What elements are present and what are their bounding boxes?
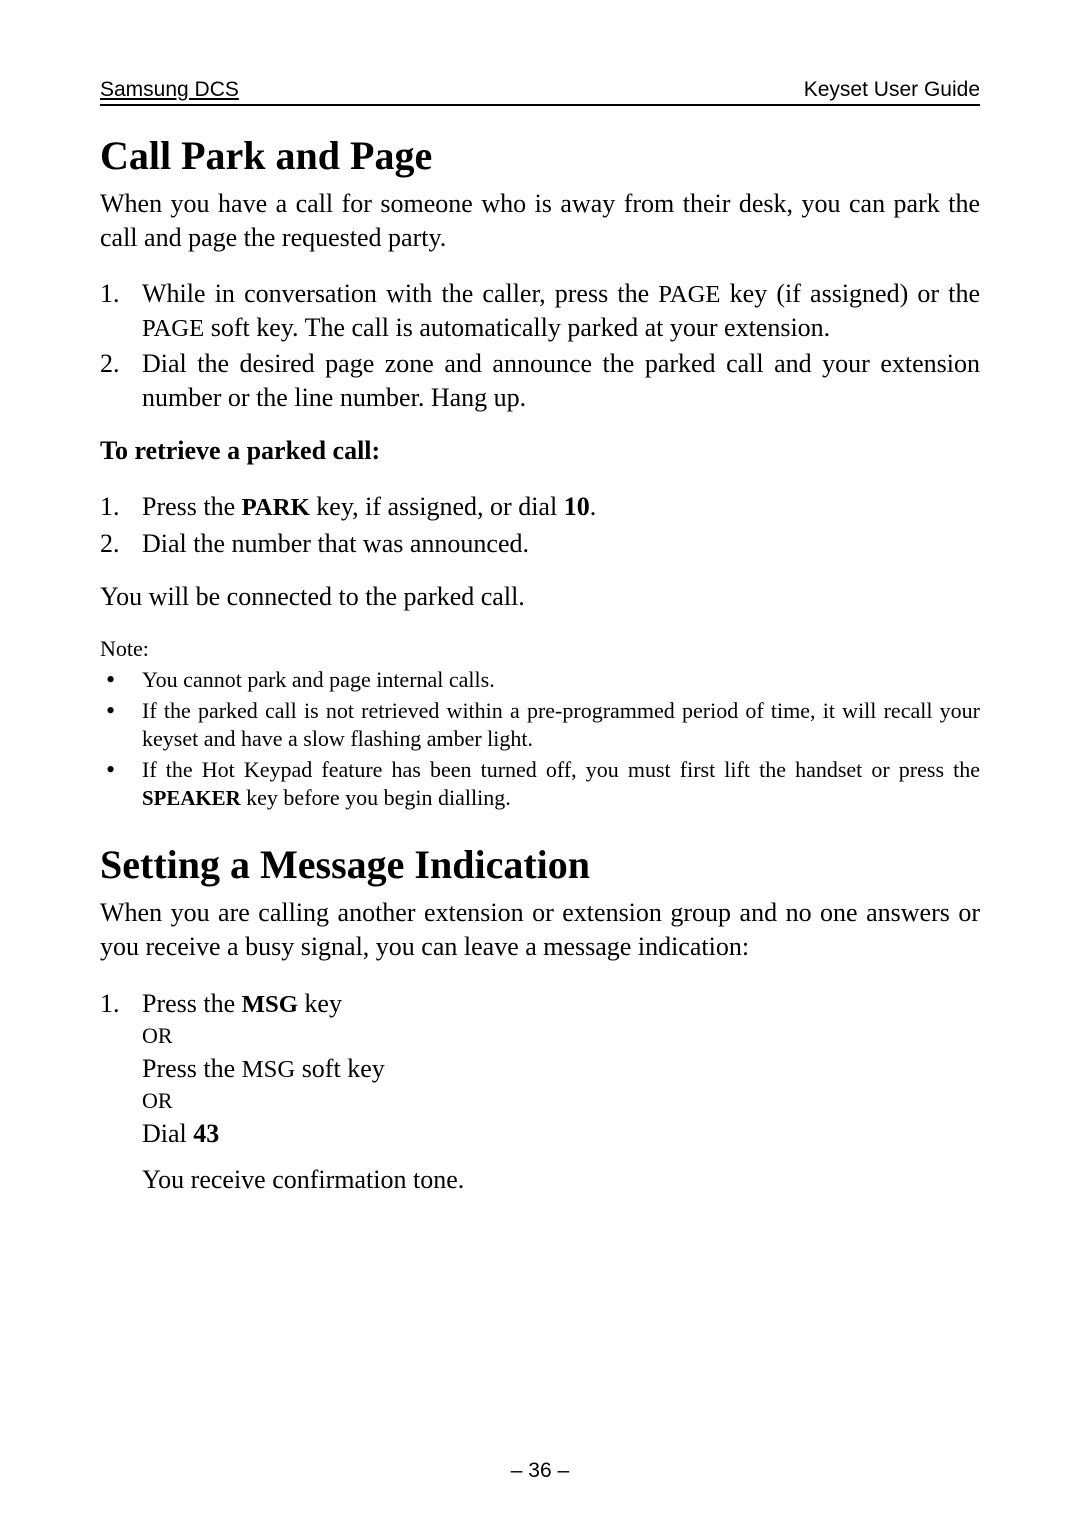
- note-label: Note:: [100, 636, 980, 662]
- header-right: Keyset User Guide: [804, 78, 980, 102]
- text-part: soft key: [295, 1054, 385, 1083]
- page-header: Samsung DCS Keyset User Guide: [100, 78, 980, 106]
- step-number: 2.: [100, 527, 120, 561]
- page-softkey: PAGE: [142, 315, 204, 342]
- text-part: If the parked call is not retrieved with…: [142, 698, 980, 752]
- step-line: Press the MSG soft key: [142, 1051, 980, 1086]
- text-part: Press the: [142, 989, 242, 1018]
- text-part: Dial: [142, 1119, 193, 1148]
- or-text: OR: [142, 1021, 980, 1051]
- list-item: 1. Press the PARK key, if assigned, or d…: [100, 490, 980, 524]
- list-item: 2. Dial the desired page zone and announ…: [100, 347, 980, 415]
- text-part: key before you begin dialling.: [241, 785, 511, 810]
- section1-intro: When you have a call for someone who is …: [100, 187, 980, 255]
- msg-softkey: MSG: [242, 1056, 296, 1083]
- step-number: 1.: [100, 490, 120, 524]
- retrieve-steps: 1. Press the PARK key, if assigned, or d…: [100, 490, 980, 560]
- dial-code: 43: [193, 1119, 219, 1148]
- confirmation-text: You receive confirmation tone.: [100, 1165, 980, 1195]
- list-item: 2. Dial the number that was announced.: [100, 527, 980, 561]
- section1-heading: Call Park and Page: [100, 132, 980, 179]
- connected-text: You will be connected to the parked call…: [100, 580, 980, 614]
- step-line: Dial 43: [142, 1116, 980, 1151]
- list-item: If the parked call is not retrieved with…: [100, 697, 980, 754]
- retrieve-heading: To retrieve a parked call:: [100, 436, 980, 466]
- notes-list: You cannot park and page internal calls.…: [100, 666, 980, 813]
- speaker-key: SPEAKER: [142, 786, 241, 810]
- text-part: Press the: [142, 1054, 242, 1083]
- text-part: soft key. The call is automatically park…: [204, 313, 830, 342]
- step-number: 1.: [100, 986, 120, 1021]
- dial-code: 10: [564, 492, 590, 521]
- section2-intro: When you are calling another extension o…: [100, 896, 980, 964]
- msg-key: MSG: [242, 991, 298, 1018]
- step-number: 2.: [100, 347, 120, 381]
- text-part: Dial the desired page zone and announce …: [142, 349, 980, 412]
- list-item: If the Hot Keypad feature has been turne…: [100, 756, 980, 813]
- list-item: 1. While in conversation with the caller…: [100, 277, 980, 345]
- page-key: PAGE: [658, 281, 720, 308]
- section1-steps: 1. While in conversation with the caller…: [100, 277, 980, 415]
- text-part: While in conversation with the caller, p…: [142, 279, 658, 308]
- park-key: PARK: [242, 494, 310, 521]
- list-item: You cannot park and page internal calls.: [100, 666, 980, 695]
- text-part: Dial the number that was announced.: [142, 529, 529, 558]
- text-part: You cannot park and page internal calls.: [142, 667, 495, 692]
- step-number: 1.: [100, 277, 120, 311]
- text-part: .: [590, 492, 597, 521]
- text-part: If the Hot Keypad feature has been turne…: [142, 757, 980, 782]
- section2-step: 1. Press the MSG key OR Press the MSG so…: [100, 986, 980, 1151]
- text-part: key: [298, 989, 342, 1018]
- text-part: key, if assigned, or dial: [310, 492, 564, 521]
- text-part: Press the: [142, 492, 242, 521]
- or-text: OR: [142, 1086, 980, 1116]
- text-part: key (if assigned) or the: [720, 279, 980, 308]
- page-number: – 36 –: [0, 1459, 1080, 1483]
- header-left: Samsung DCS: [100, 78, 239, 102]
- step-line: Press the MSG key: [142, 986, 980, 1021]
- section2-heading: Setting a Message Indication: [100, 841, 980, 888]
